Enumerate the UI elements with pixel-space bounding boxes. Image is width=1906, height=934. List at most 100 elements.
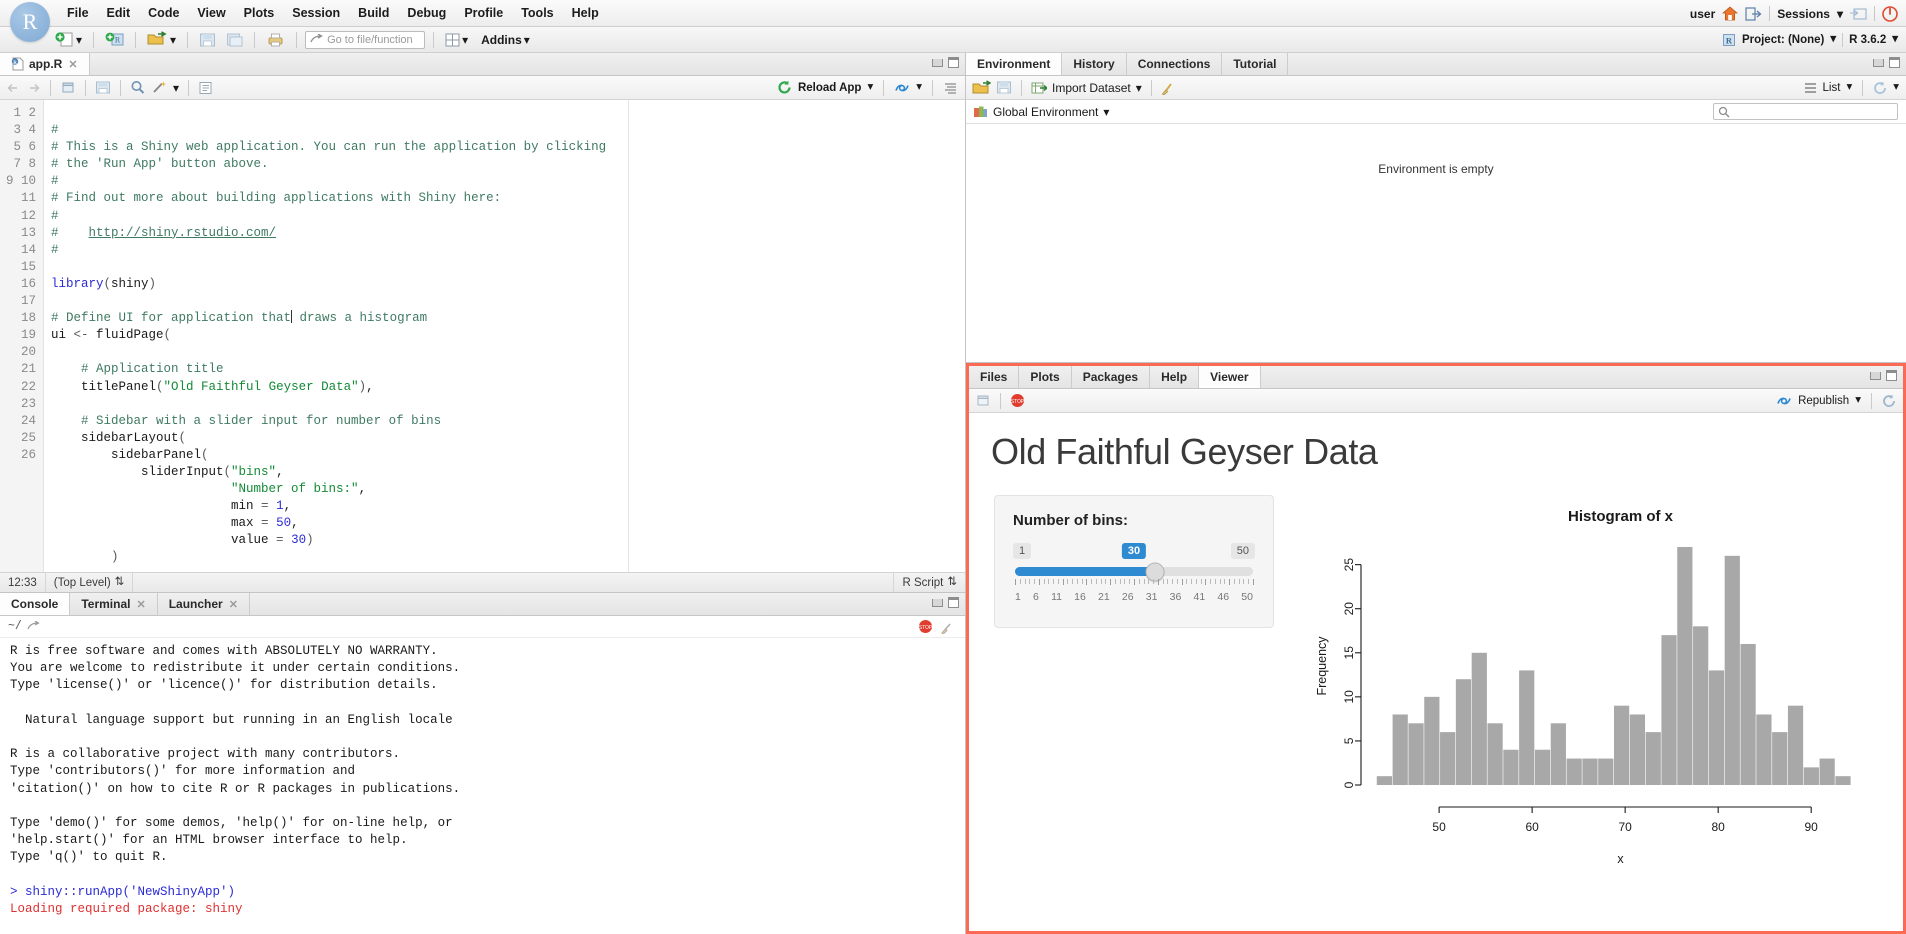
save-disk-icon[interactable]: [95, 80, 111, 95]
console-line: Natural language support but running in …: [10, 713, 453, 727]
new-project-button[interactable]: R: [102, 30, 127, 49]
load-workspace-folder-icon[interactable]: [972, 80, 991, 96]
back-arrow-icon[interactable]: [6, 82, 21, 94]
menu-debug[interactable]: Debug: [398, 2, 455, 24]
new-session-icon[interactable]: [1850, 7, 1867, 20]
save-workspace-icon[interactable]: [996, 80, 1012, 95]
document-type-selector[interactable]: R Script ⇅: [893, 573, 965, 592]
new-file-button[interactable]: ▾: [52, 30, 85, 49]
chevron-down-icon[interactable]: ▾: [1830, 34, 1836, 46]
close-icon[interactable]: ✕: [68, 58, 77, 71]
refresh-icon[interactable]: [1873, 81, 1887, 95]
chevron-down-icon[interactable]: ▾: [173, 82, 179, 94]
tab-launcher[interactable]: Launcher ✕: [158, 593, 250, 615]
menu-plots[interactable]: Plots: [235, 2, 284, 24]
close-icon[interactable]: ✕: [136, 598, 145, 611]
chevron-down-icon[interactable]: ▾: [1893, 82, 1899, 94]
list-view-icon[interactable]: [1804, 82, 1817, 94]
stop-icon[interactable]: STOP: [1010, 393, 1025, 408]
goto-file-function-input[interactable]: Go to file/function: [305, 31, 425, 49]
close-icon[interactable]: ✕: [229, 598, 238, 611]
code-scope-selector[interactable]: (Top Level) ⇅: [46, 573, 134, 592]
tab-terminal[interactable]: Terminal ✕: [70, 593, 157, 615]
minimize-pane-button[interactable]: [1870, 372, 1881, 380]
maximize-pane-button[interactable]: [1889, 57, 1900, 68]
editor-tab-app-r[interactable]: R app.R ✕: [0, 53, 90, 75]
menu-profile[interactable]: Profile: [455, 2, 512, 24]
power-icon[interactable]: [1882, 6, 1898, 22]
chevron-down-icon[interactable]: ▾: [1103, 106, 1109, 118]
chevron-down-icon[interactable]: ▾: [1846, 82, 1852, 94]
forward-arrow-icon[interactable]: [26, 82, 41, 94]
source-run-icon[interactable]: [943, 81, 958, 95]
find-replace-icon[interactable]: [130, 80, 146, 95]
chevron-down-icon[interactable]: ▾: [1837, 8, 1843, 20]
show-in-new-window-icon[interactable]: [975, 394, 991, 408]
clear-workspace-broom-icon[interactable]: [1161, 80, 1176, 95]
chevron-down-icon[interactable]: ▾: [1855, 395, 1861, 407]
maximize-pane-button[interactable]: [948, 597, 959, 608]
menu-file[interactable]: File: [58, 2, 98, 24]
maximize-pane-button[interactable]: [1886, 370, 1897, 381]
slider-tickmark: [1091, 579, 1092, 584]
menu-session[interactable]: Session: [283, 2, 349, 24]
minimize-pane-button[interactable]: [932, 599, 943, 607]
menu-help[interactable]: Help: [563, 2, 608, 24]
tab-files[interactable]: Files: [969, 366, 1019, 388]
project-label[interactable]: Project: (None): [1742, 34, 1824, 46]
sign-out-icon[interactable]: [1745, 7, 1762, 21]
open-directory-icon[interactable]: [27, 621, 40, 632]
tab-console[interactable]: Console: [0, 593, 70, 615]
code-text[interactable]: # # This is a Shiny web application. You…: [44, 100, 965, 572]
tab-tutorial[interactable]: Tutorial: [1222, 53, 1288, 75]
import-dataset-button[interactable]: Import Dataset: [1052, 81, 1131, 95]
home-icon[interactable]: [1722, 6, 1738, 21]
menu-code[interactable]: Code: [139, 2, 188, 24]
tab-environment[interactable]: Environment: [966, 53, 1062, 75]
tab-packages[interactable]: Packages: [1072, 366, 1150, 388]
sessions-label[interactable]: Sessions: [1777, 7, 1830, 21]
workspace-panes-button[interactable]: ▾: [442, 32, 471, 48]
save-button[interactable]: [196, 31, 219, 49]
chevron-down-icon[interactable]: ▾: [1136, 82, 1142, 94]
tab-help[interactable]: Help: [1150, 366, 1199, 388]
tab-viewer[interactable]: Viewer: [1199, 366, 1260, 388]
menu-items: File Edit Code View Plots Session Build …: [58, 2, 608, 24]
global-environment-selector[interactable]: Global Environment: [993, 105, 1098, 119]
tab-connections[interactable]: Connections: [1127, 53, 1223, 75]
addins-button[interactable]: Addins ▾: [475, 32, 533, 48]
document-outline-icon[interactable]: [198, 81, 213, 95]
stop-icon[interactable]: STOP: [918, 619, 933, 634]
print-button[interactable]: [263, 31, 288, 49]
r-version-label[interactable]: R 3.6.2: [1849, 34, 1886, 46]
tab-history[interactable]: History: [1062, 53, 1126, 75]
maximize-pane-button[interactable]: [948, 57, 959, 68]
menu-tools[interactable]: Tools: [512, 2, 562, 24]
open-file-button[interactable]: ▾: [144, 30, 179, 49]
environment-search-input[interactable]: [1713, 103, 1898, 120]
chevron-down-icon[interactable]: ▾: [916, 82, 922, 94]
refresh-icon[interactable]: [1882, 394, 1896, 408]
console-output[interactable]: R is free software and comes with ABSOLU…: [0, 638, 965, 934]
minimize-pane-button[interactable]: [1873, 59, 1884, 67]
tab-plots[interactable]: Plots: [1019, 366, 1071, 388]
slider-track[interactable]: [1015, 567, 1253, 576]
environment-window-buttons: [1873, 57, 1900, 68]
clear-console-broom-icon[interactable]: [941, 620, 955, 634]
environment-pane: Environment History Connections Tutorial: [966, 53, 1906, 363]
view-mode-button[interactable]: List: [1823, 82, 1841, 94]
code-editor-area[interactable]: 1 2 3 4 5 6 7 8 9 10 11 12 13 14 15 16 1…: [0, 100, 965, 572]
save-all-button[interactable]: [223, 31, 246, 49]
republish-button[interactable]: Republish: [1798, 395, 1849, 407]
code-tools-magic-icon[interactable]: [151, 80, 168, 95]
publish-icon[interactable]: [894, 81, 910, 95]
menu-view[interactable]: View: [188, 2, 234, 24]
menu-build[interactable]: Build: [349, 2, 398, 24]
global-environment-icon: [973, 105, 988, 119]
chevron-down-icon[interactable]: ▾: [867, 82, 873, 94]
chevron-down-icon[interactable]: ▾: [1892, 34, 1898, 46]
show-in-new-window-icon[interactable]: [60, 81, 76, 95]
reload-app-button[interactable]: Reload App: [798, 82, 861, 94]
minimize-pane-button[interactable]: [932, 59, 943, 67]
menu-edit[interactable]: Edit: [98, 2, 140, 24]
